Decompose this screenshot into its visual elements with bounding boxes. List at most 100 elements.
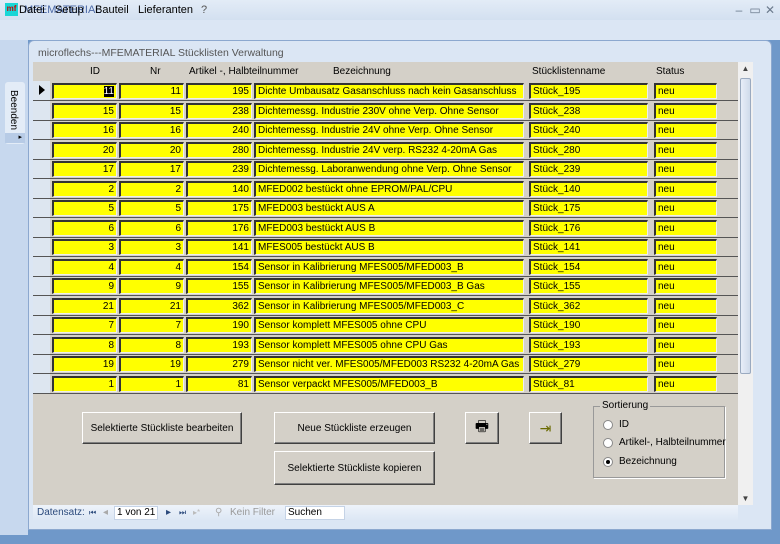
- sort-radio-artikel[interactable]: Artikel-, Halbteilnummer: [603, 437, 726, 448]
- cell-nr[interactable]: 11: [119, 83, 184, 99]
- table-row[interactable]: 3 3 141 MFES005 bestückt AUS B Stück_141 neu: [33, 237, 738, 257]
- cell-stuecklistenname[interactable]: Stück_280: [529, 141, 648, 158]
- cell-nr[interactable]: 7: [119, 317, 184, 333]
- table-row[interactable]: 20 20 280 Dichtemessg. Industrie 24V verp. …: [33, 140, 738, 160]
- cell-status[interactable]: neu: [654, 356, 717, 372]
- table-row[interactable]: 21 21 362 Sensor in Kalibrierung MFES005/MF…: [33, 296, 738, 316]
- cell-artikel[interactable]: 175: [186, 200, 252, 216]
- cell-status[interactable]: neu: [654, 122, 717, 138]
- cell-stuecklistenname[interactable]: Stück_190: [529, 317, 648, 333]
- next-record-icon[interactable]: ▸: [166, 507, 171, 518]
- cell-artikel[interactable]: 240: [186, 122, 252, 138]
- expand-pane-button[interactable]: ▸: [5, 133, 25, 143]
- cell-id[interactable]: 11: [52, 83, 117, 99]
- cell-artikel[interactable]: 155: [186, 278, 252, 294]
- cell-bezeichnung[interactable]: Sensor komplett MFES005 ohne CPU: [254, 317, 524, 333]
- cell-stuecklistenname[interactable]: Stück_141: [529, 239, 648, 255]
- cell-stuecklistenname[interactable]: Stück_140: [529, 180, 648, 197]
- cell-id[interactable]: 3: [52, 239, 117, 255]
- cell-bezeichnung[interactable]: Dichtemessg. Industrie 24V ohne Verp. Oh…: [254, 122, 524, 138]
- cell-artikel[interactable]: 279: [186, 356, 252, 372]
- cell-artikel[interactable]: 362: [186, 297, 252, 314]
- table-row[interactable]: 5 5 175 MFED003 bestückt AUS A Stück_175 neu: [33, 198, 738, 218]
- cell-status[interactable]: neu: [654, 297, 717, 314]
- cell-status[interactable]: neu: [654, 141, 717, 158]
- new-record-icon[interactable]: ▸*: [193, 508, 200, 517]
- cell-nr[interactable]: 5: [119, 200, 184, 216]
- cell-stuecklistenname[interactable]: Stück_176: [529, 219, 648, 236]
- cell-status[interactable]: neu: [654, 336, 717, 353]
- new-stueckliste-button[interactable]: Neue Stückliste erzeugen: [274, 412, 435, 444]
- cell-bezeichnung[interactable]: Sensor in Kalibrierung MFES005/MFED003_B…: [254, 278, 524, 294]
- cell-bezeichnung[interactable]: Sensor in Kalibrierung MFES005/MFED003_C: [254, 297, 524, 314]
- cell-nr[interactable]: 21: [119, 297, 184, 314]
- cell-bezeichnung[interactable]: MFES005 bestückt AUS B: [254, 239, 524, 255]
- menu-datei[interactable]: Datei: [19, 4, 45, 16]
- print-icon[interactable]: 🖶: [465, 412, 499, 444]
- table-row[interactable]: 16 16 240 Dichtemessg. Industrie 24V ohne V…: [33, 120, 738, 140]
- table-row[interactable]: 15 15 238 Dichtemessg. Industrie 230V ohne …: [33, 101, 738, 121]
- cell-status[interactable]: neu: [654, 258, 717, 275]
- cell-bezeichnung[interactable]: Sensor verpackt MFES005/MFED003_B: [254, 375, 524, 392]
- cell-id[interactable]: 19: [52, 356, 117, 372]
- cell-stuecklistenname[interactable]: Stück_195: [529, 83, 648, 99]
- cell-bezeichnung[interactable]: MFED002 bestückt ohne EPROM/PAL/CPU: [254, 180, 524, 197]
- cell-id[interactable]: 4: [52, 258, 117, 275]
- cell-artikel[interactable]: 193: [186, 336, 252, 353]
- cell-id[interactable]: 5: [52, 200, 117, 216]
- sort-radio-id[interactable]: ID: [603, 419, 629, 430]
- cell-nr[interactable]: 6: [119, 219, 184, 236]
- cell-stuecklistenname[interactable]: Stück_175: [529, 200, 648, 216]
- cell-nr[interactable]: 20: [119, 141, 184, 158]
- cell-nr[interactable]: 9: [119, 278, 184, 294]
- cell-artikel[interactable]: 239: [186, 161, 252, 177]
- exit-door-icon[interactable]: ⇥: [529, 412, 562, 444]
- copy-stueckliste-button[interactable]: Selektierte Stückliste kopieren: [274, 451, 435, 485]
- sort-radio-bezeichnung[interactable]: Bezeichnung: [603, 456, 677, 467]
- cell-id[interactable]: 21: [52, 297, 117, 314]
- cell-id[interactable]: 7: [52, 317, 117, 333]
- cell-status[interactable]: neu: [654, 239, 717, 255]
- scroll-thumb[interactable]: [740, 78, 751, 374]
- record-position-input[interactable]: 1 von 21: [114, 506, 158, 520]
- cell-nr[interactable]: 8: [119, 336, 184, 353]
- minimize-button[interactable]: –: [732, 3, 746, 17]
- cell-nr[interactable]: 17: [119, 161, 184, 177]
- cell-stuecklistenname[interactable]: Stück_239: [529, 161, 648, 177]
- cell-status[interactable]: neu: [654, 278, 717, 294]
- table-row[interactable]: 19 19 279 Sensor nicht ver. MFES005/MFED003…: [33, 354, 738, 374]
- cell-artikel[interactable]: 190: [186, 317, 252, 333]
- last-record-icon[interactable]: ⏭: [179, 508, 186, 518]
- cell-id[interactable]: 2: [52, 180, 117, 197]
- search-input[interactable]: Suchen: [285, 506, 345, 520]
- maximize-button[interactable]: ▭: [748, 3, 762, 17]
- table-row[interactable]: 2 2 140 MFED002 bestückt ohne EPROM/PAL/CPU…: [33, 179, 738, 199]
- menu-help[interactable]: ?: [201, 4, 207, 16]
- cell-bezeichnung[interactable]: Sensor in Kalibrierung MFES005/MFED003_B: [254, 258, 524, 275]
- cell-status[interactable]: neu: [654, 375, 717, 392]
- cell-id[interactable]: 1: [52, 375, 117, 392]
- cell-stuecklistenname[interactable]: Stück_81: [529, 375, 648, 392]
- table-row[interactable]: 11 11 195 Dichte Umbausatz Gasanschluss nac…: [33, 81, 738, 101]
- table-row[interactable]: 4 4 154 Sensor in Kalibrierung MFES005/MFED…: [33, 257, 738, 277]
- filter-status[interactable]: Kein Filter: [230, 507, 275, 518]
- cell-id[interactable]: 9: [52, 278, 117, 294]
- table-row[interactable]: 7 7 190 Sensor komplett MFES005 ohne CPU Stü…: [33, 315, 738, 335]
- cell-id[interactable]: 20: [52, 141, 117, 158]
- cell-status[interactable]: neu: [654, 200, 717, 216]
- cell-nr[interactable]: 4: [119, 258, 184, 275]
- cell-bezeichnung[interactable]: MFED003 bestückt AUS B: [254, 219, 524, 236]
- menu-setup[interactable]: Setup: [55, 4, 84, 16]
- cell-id[interactable]: 6: [52, 219, 117, 236]
- first-record-icon[interactable]: ⏮: [89, 508, 96, 518]
- cell-status[interactable]: neu: [654, 219, 717, 236]
- cell-status[interactable]: neu: [654, 317, 717, 333]
- cell-nr[interactable]: 3: [119, 239, 184, 255]
- table-row[interactable]: 6 6 176 MFED003 bestückt AUS B Stück_176 neu: [33, 218, 738, 238]
- cell-status[interactable]: neu: [654, 83, 717, 99]
- cell-bezeichnung[interactable]: MFED003 bestückt AUS A: [254, 200, 524, 216]
- cell-bezeichnung[interactable]: Dichtemessg. Industrie 230V ohne Verp. O…: [254, 102, 524, 119]
- cell-nr[interactable]: 2: [119, 180, 184, 197]
- cell-artikel[interactable]: 141: [186, 239, 252, 255]
- cell-bezeichnung[interactable]: Sensor nicht ver. MFES005/MFED003 RS232 …: [254, 356, 524, 372]
